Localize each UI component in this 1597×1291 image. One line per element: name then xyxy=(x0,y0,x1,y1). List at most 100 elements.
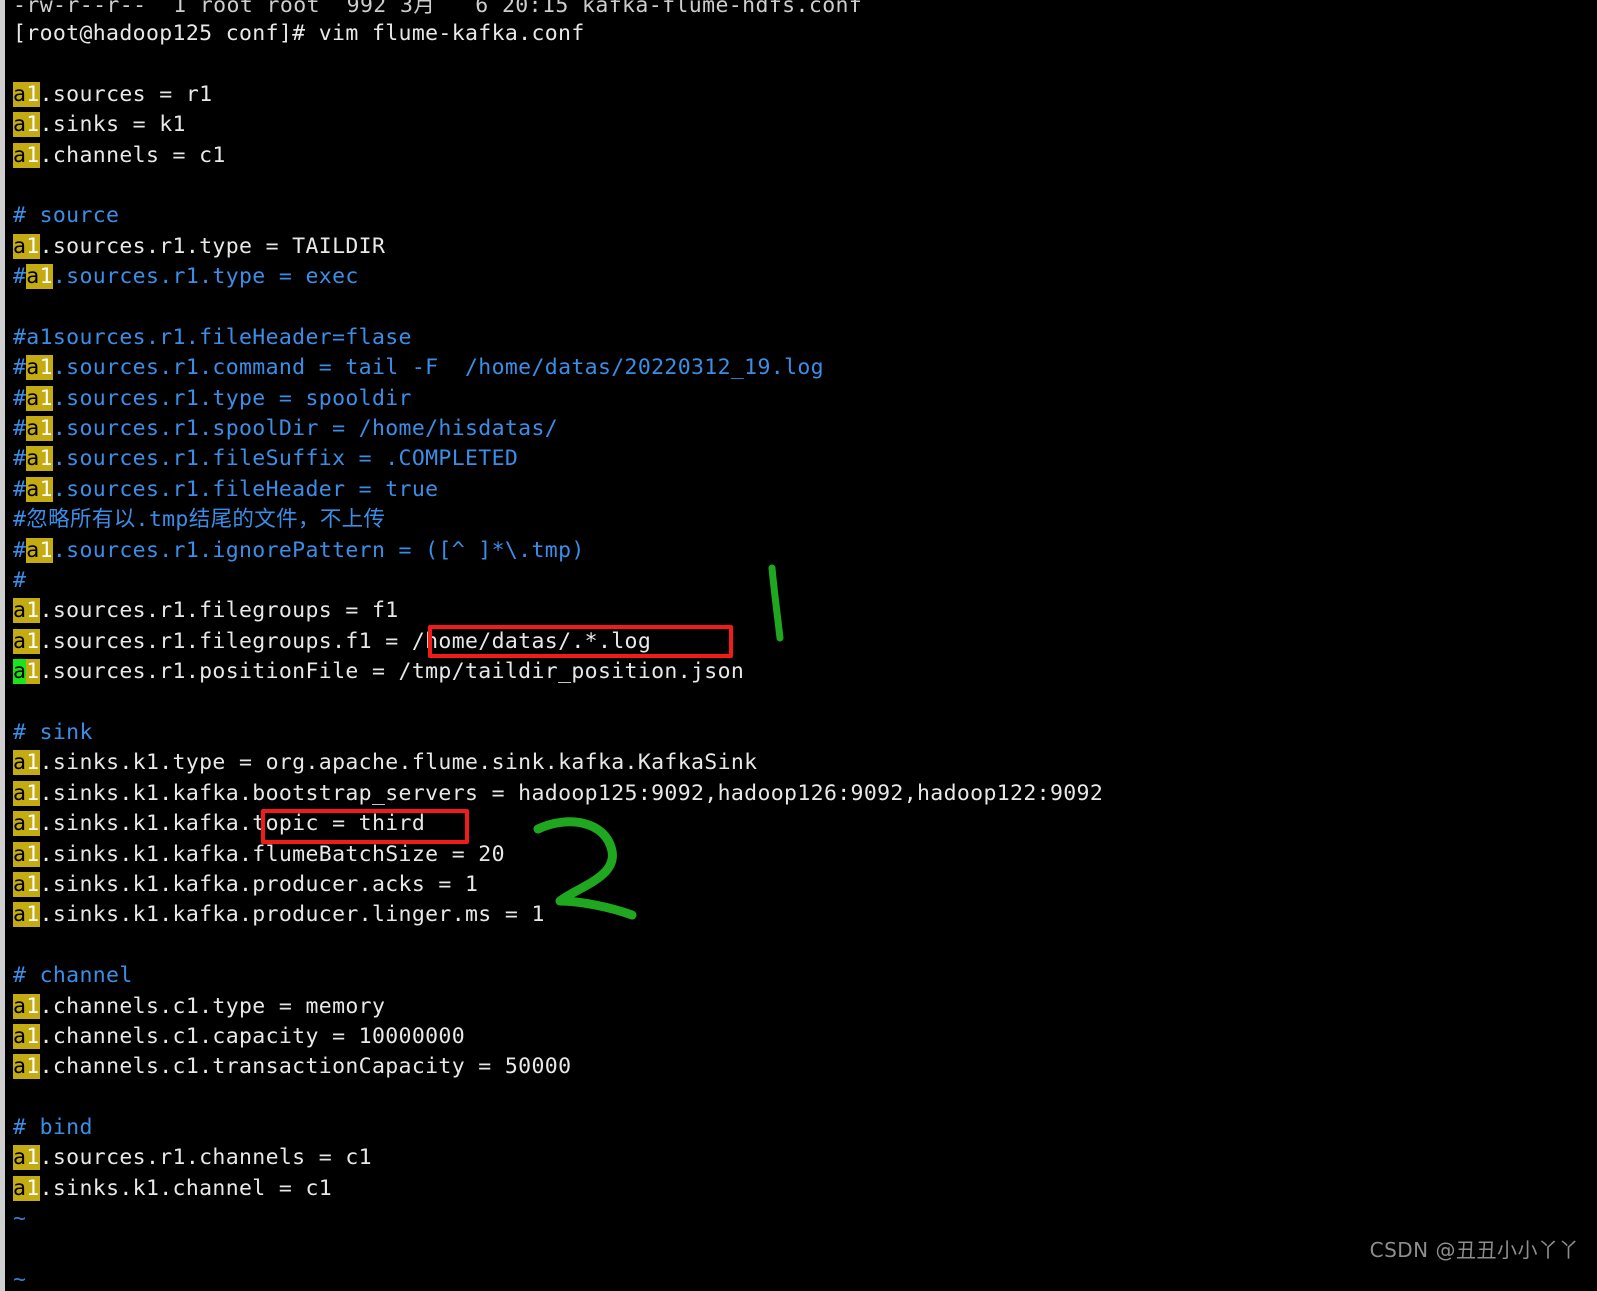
search-match-digit: 1 xyxy=(26,112,40,138)
comment-text: # sink xyxy=(13,719,93,745)
search-match-digit: 1 xyxy=(26,1054,40,1080)
editor-line[interactable]: #a1.sources.r1.type = spooldir xyxy=(5,384,1597,414)
search-match-letter: a xyxy=(13,780,27,806)
editor-line[interactable]: #a1.sources.r1.type = exec xyxy=(5,262,1597,292)
search-match-with-cursor: a1 xyxy=(13,659,40,685)
editor-line[interactable]: a1.sinks.k1.type = org.apache.flume.sink… xyxy=(5,748,1597,778)
search-match-digit: 1 xyxy=(39,476,53,502)
vim-tilde-marker: ~ xyxy=(13,1267,27,1291)
shell-prompt-line: [root@hadoop125 conf]# vim flume-kafka.c… xyxy=(13,21,585,46)
editor-line[interactable]: a1.sinks.k1.channel = c1 xyxy=(5,1174,1597,1204)
editor-line[interactable]: #a1.sources.r1.command = tail -F /home/d… xyxy=(5,353,1597,383)
editor-line[interactable]: a1.sources.r1.channels = c1 xyxy=(5,1143,1597,1173)
editor-blank-line[interactable] xyxy=(5,49,1597,79)
comment-text: .sources.r1.type = spooldir xyxy=(52,385,412,411)
editor-line[interactable]: a1.sources.r1.filegroups.f1 = /home/data… xyxy=(5,627,1597,657)
editor-line[interactable]: #忽略所有以.tmp结尾的文件，不上传 xyxy=(5,505,1597,535)
search-match-digit: 1 xyxy=(26,841,40,867)
config-text: .channels.c1.type = memory xyxy=(39,993,386,1019)
editor-line[interactable]: #a1sources.r1.fileHeader=flase xyxy=(5,323,1597,353)
comment-hash: # xyxy=(13,355,27,381)
search-match-letter: a xyxy=(13,81,27,107)
editor-line[interactable]: # source xyxy=(5,201,1597,231)
search-match-digit: 1 xyxy=(39,416,53,442)
search-match-letter: a xyxy=(13,1054,27,1080)
config-text: .sinks.k1.kafka.producer.acks = 1 xyxy=(39,871,479,897)
editor-line[interactable]: #a1.sources.r1.spoolDir = /home/hisdatas… xyxy=(5,414,1597,444)
search-match-letter: a xyxy=(26,476,40,502)
comment-hash: # xyxy=(13,264,27,290)
search-match-a1: a1 xyxy=(26,476,53,502)
search-match-a1: a1 xyxy=(13,1175,40,1201)
editor-line[interactable]: ~ xyxy=(5,1265,1597,1291)
search-match-a1: a1 xyxy=(13,628,40,654)
search-match-a1: a1 xyxy=(26,355,53,381)
comment-text: # bind xyxy=(13,1115,93,1141)
config-text: .sinks.k1.kafka.topic = third xyxy=(39,811,426,837)
search-match-digit: 1 xyxy=(26,142,40,168)
editor-line[interactable]: a1.sources = r1 xyxy=(5,80,1597,110)
search-match-letter: a xyxy=(13,628,27,654)
search-match-a1: a1 xyxy=(13,902,40,928)
config-text: .sinks.k1.type = org.apache.flume.sink.k… xyxy=(39,750,758,776)
editor-line[interactable]: a1.sinks = k1 xyxy=(5,110,1597,140)
editor-blank-line[interactable] xyxy=(5,293,1597,323)
comment-text: #a1sources.r1.fileHeader=flase xyxy=(13,324,412,350)
search-match-digit: 1 xyxy=(39,446,53,472)
editor-line[interactable]: # channel xyxy=(5,961,1597,991)
editor-buffer[interactable]: [root@hadoop125 conf]# vim flume-kafka.c… xyxy=(5,19,1597,1291)
comment-text: .sources.r1.type = exec xyxy=(52,264,359,290)
editor-line[interactable]: #a1.sources.r1.ignorePattern = ([^ ]*\.t… xyxy=(5,536,1597,566)
search-match-letter: a xyxy=(13,750,27,776)
search-match-a1: a1 xyxy=(13,871,40,897)
search-match-letter: a xyxy=(13,841,27,867)
editor-line[interactable]: ~ xyxy=(5,1204,1597,1234)
editor-line[interactable]: a1.sinks.k1.kafka.flumeBatchSize = 20 xyxy=(5,840,1597,870)
search-match-a1: a1 xyxy=(13,598,40,624)
comment-text: # channel xyxy=(13,963,133,989)
editor-line[interactable]: a1.sources.r1.filegroups = f1 xyxy=(5,596,1597,626)
editor-line[interactable]: a1.channels.c1.type = memory xyxy=(5,992,1597,1022)
search-match-a1: a1 xyxy=(13,1145,40,1171)
search-match-a1: a1 xyxy=(13,81,40,107)
search-match-a1: a1 xyxy=(13,750,40,776)
editor-line[interactable]: a1.sinks.k1.kafka.topic = third xyxy=(5,809,1597,839)
search-match-a1: a1 xyxy=(13,1023,40,1049)
editor-blank-line[interactable] xyxy=(5,1235,1597,1265)
editor-line[interactable]: #a1.sources.r1.fileHeader = true xyxy=(5,475,1597,505)
editor-line[interactable]: a1.sources.r1.type = TAILDIR xyxy=(5,232,1597,262)
editor-blank-line[interactable] xyxy=(5,171,1597,201)
config-text: .sinks = k1 xyxy=(39,112,186,138)
editor-line[interactable]: a1.channels = c1 xyxy=(5,141,1597,171)
editor-line[interactable]: #a1.sources.r1.fileSuffix = .COMPLETED xyxy=(5,444,1597,474)
editor-line[interactable]: a1.channels.c1.transactionCapacity = 500… xyxy=(5,1052,1597,1082)
editor-line[interactable]: a1.channels.c1.capacity = 10000000 xyxy=(5,1022,1597,1052)
editor-line[interactable]: a1.sinks.k1.kafka.producer.acks = 1 xyxy=(5,870,1597,900)
search-match-digit: 1 xyxy=(26,780,40,806)
search-match-digit: 1 xyxy=(26,811,40,837)
search-match-letter: a xyxy=(13,142,27,168)
search-match-letter: a xyxy=(13,233,27,259)
editor-line[interactable]: # xyxy=(5,566,1597,596)
editor-blank-line[interactable] xyxy=(5,931,1597,961)
editor-line[interactable]: a1.sinks.k1.kafka.bootstrap_servers = ha… xyxy=(5,779,1597,809)
editor-line[interactable]: a1.sources.r1.positionFile = /tmp/taildi… xyxy=(5,657,1597,687)
search-match-digit: 1 xyxy=(39,355,53,381)
csdn-watermark: CSDN @丑丑小小丫丫 xyxy=(1369,1238,1579,1262)
search-match-letter: a xyxy=(13,993,27,1019)
text-cursor: a xyxy=(13,659,27,685)
editor-line[interactable]: # sink xyxy=(5,718,1597,748)
editor-line[interactable]: a1.sinks.k1.kafka.producer.linger.ms = 1 xyxy=(5,900,1597,930)
comment-hash: # xyxy=(13,446,27,472)
editor-line[interactable]: # bind xyxy=(5,1113,1597,1143)
comment-text: .sources.r1.command = tail -F /home/data… xyxy=(52,355,824,381)
config-text: .sources.r1.positionFile = /tmp/taildir_… xyxy=(39,659,745,685)
editor-blank-line[interactable] xyxy=(5,688,1597,718)
search-match-digit: 1 xyxy=(39,264,53,290)
comment-hash: # xyxy=(13,416,27,442)
terminal-window[interactable]: -rw-r--r-- 1 root root 992 3月 6 20:15 ka… xyxy=(0,0,1597,1291)
search-match-a1: a1 xyxy=(13,233,40,259)
search-match-digit: 1 xyxy=(26,750,40,776)
editor-blank-line[interactable] xyxy=(5,1083,1597,1113)
editor-line[interactable]: [root@hadoop125 conf]# vim flume-kafka.c… xyxy=(5,19,1597,49)
